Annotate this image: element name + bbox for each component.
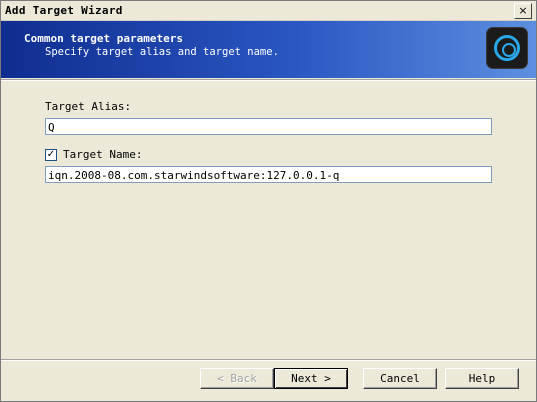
target-alias-label: Target Alias: [45, 100, 132, 113]
footer-divider [1, 359, 536, 361]
back-button[interactable]: < Back [200, 368, 274, 389]
target-name-checkbox[interactable]: ✓ [45, 149, 57, 161]
target-name-input[interactable]: iqn.2008-08.com.starwindsoftware:127.0.0… [45, 166, 492, 183]
help-button[interactable]: Help [445, 368, 519, 389]
header-divider [1, 79, 536, 81]
wizard-header: Common target parameters Specify target … [1, 21, 536, 78]
logo-center-icon [502, 43, 516, 57]
wizard-window: Add Target Wizard × Common target parame… [0, 0, 537, 402]
cancel-button[interactable]: Cancel [363, 368, 437, 389]
close-button[interactable]: × [514, 3, 532, 19]
next-button[interactable]: Next > [274, 368, 348, 389]
header-title: Common target parameters [24, 32, 183, 45]
target-alias-input[interactable]: Q [45, 118, 492, 135]
header-subtitle: Specify target alias and target name. [45, 46, 279, 58]
title-bar: Add Target Wizard × [1, 1, 536, 21]
target-name-label: Target Name: [63, 148, 143, 161]
window-title: Add Target Wizard [5, 4, 123, 17]
starwind-logo-icon [487, 28, 527, 68]
